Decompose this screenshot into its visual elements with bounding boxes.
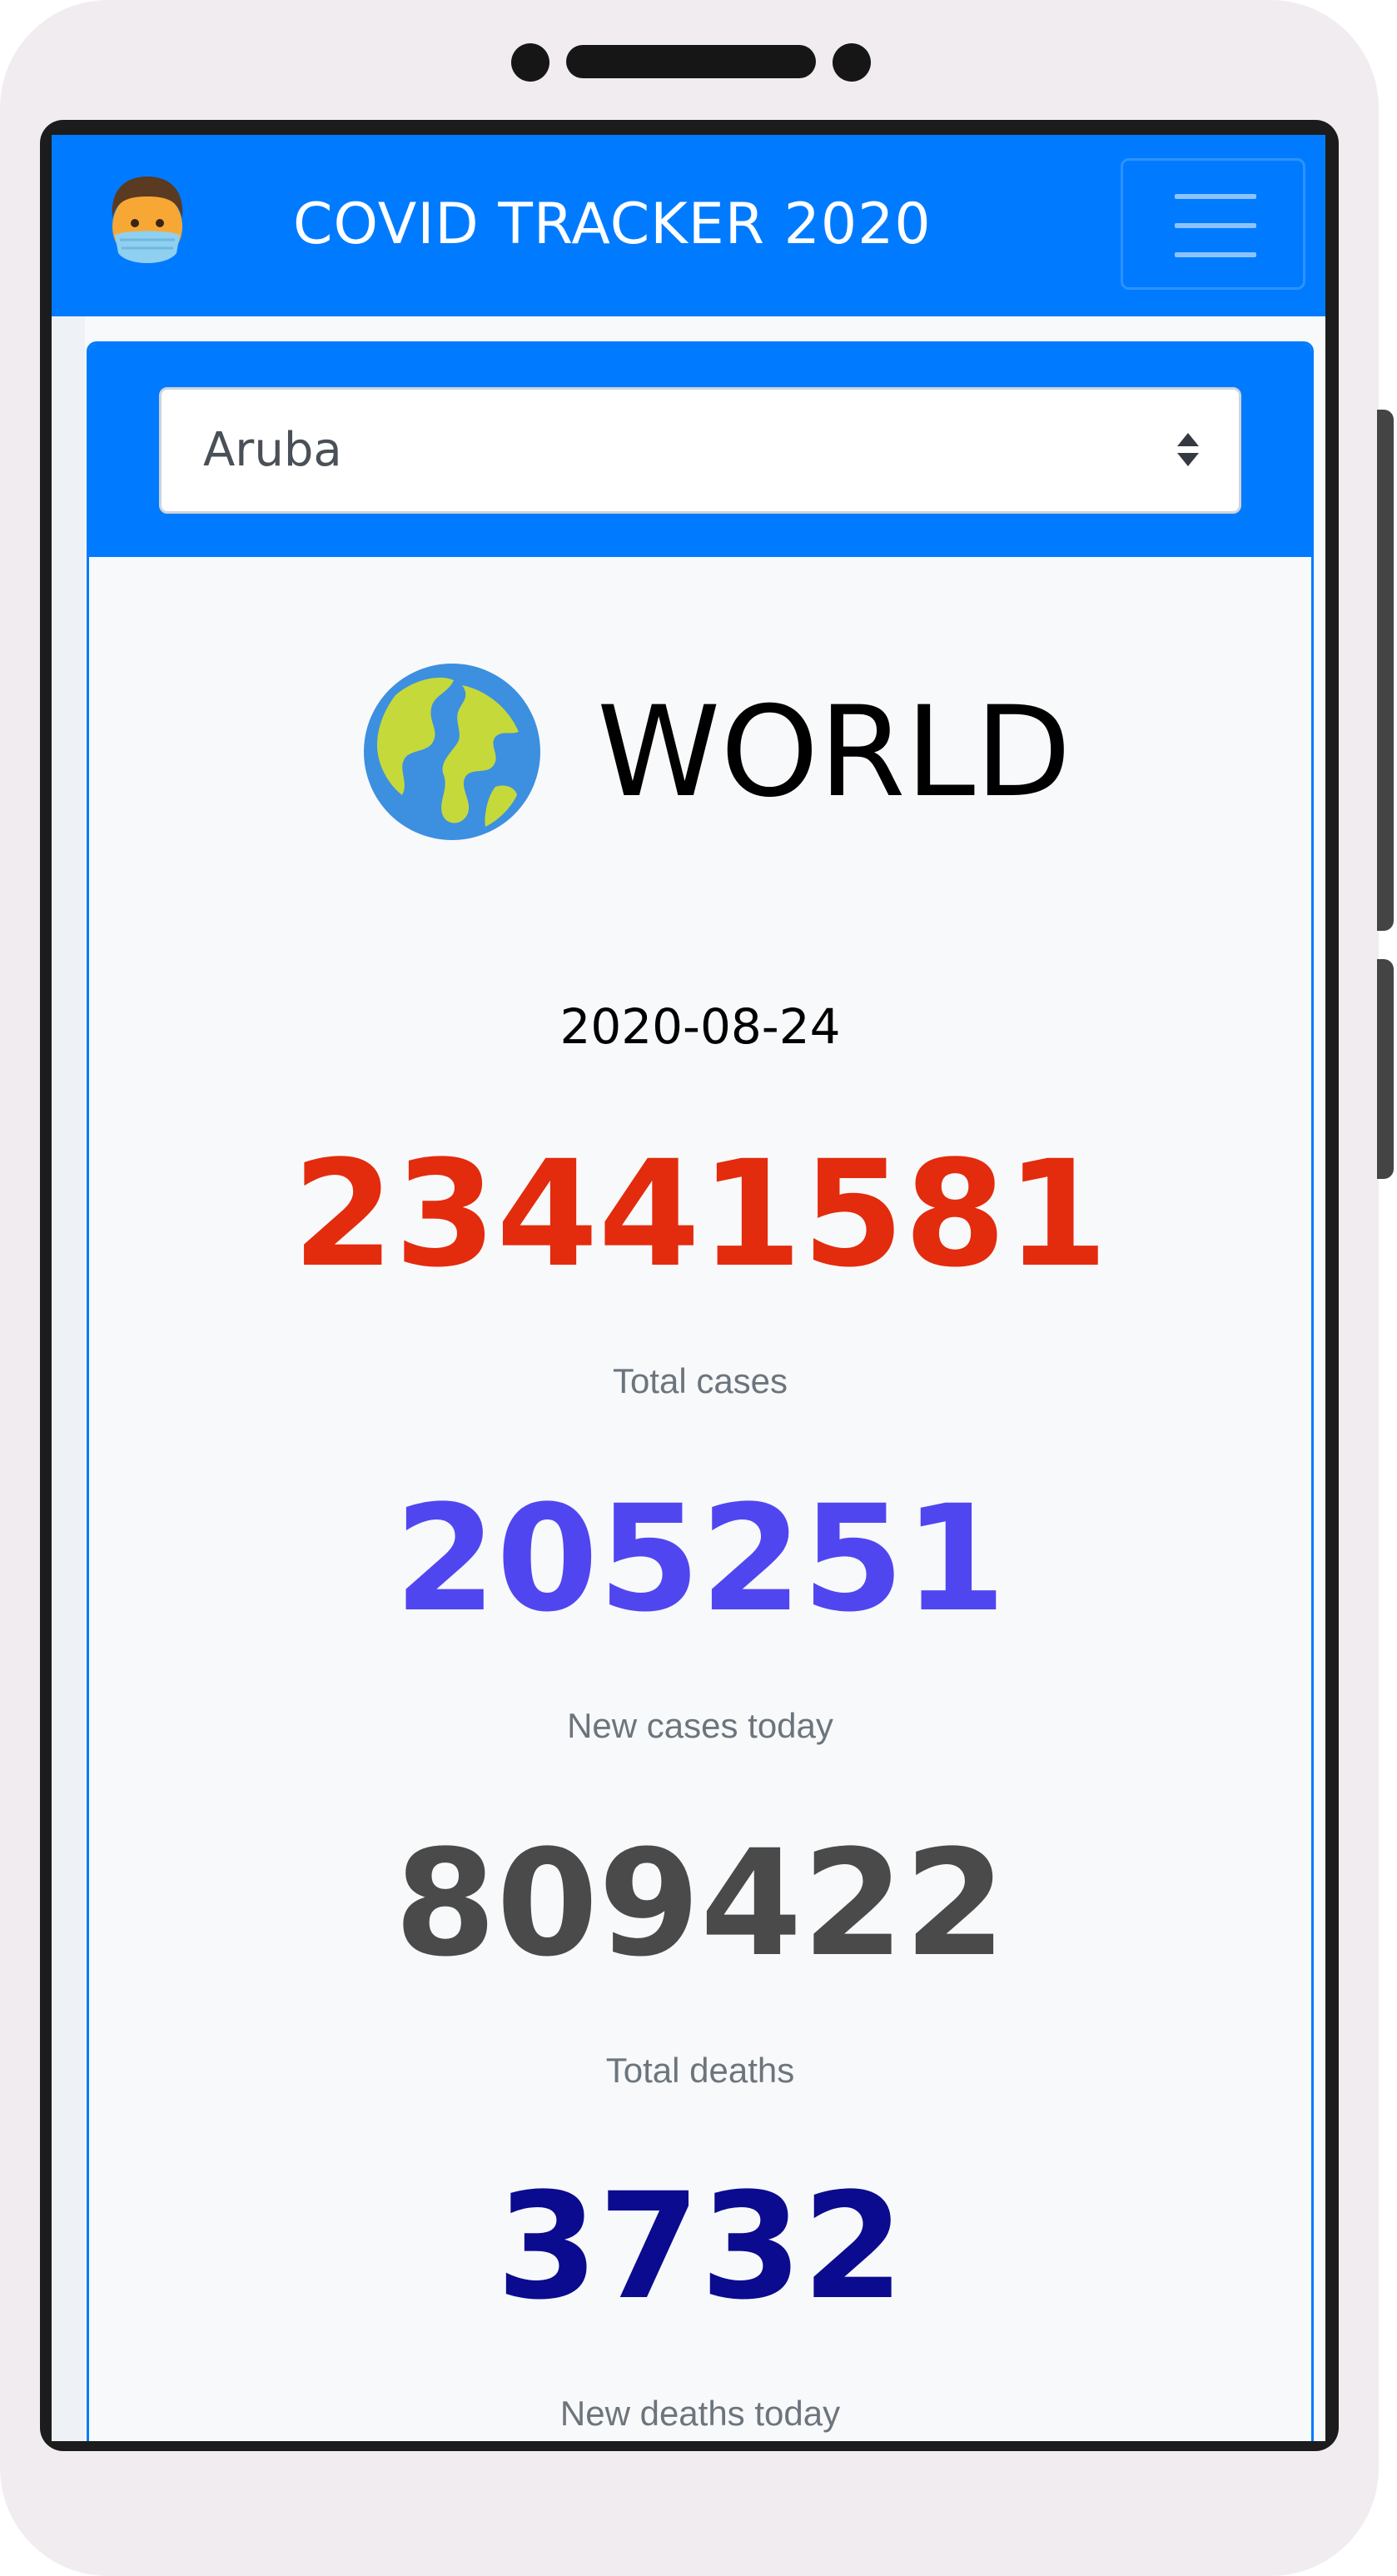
hamburger-bar (1175, 223, 1256, 228)
country-select-value: Aruba (203, 423, 342, 477)
total-deaths-value: 809422 (394, 1818, 1007, 1989)
total-deaths-label: Total deaths (605, 2051, 795, 2090)
report-date: 2020-08-24 (559, 998, 841, 1055)
volume-button (1377, 410, 1394, 931)
country-select[interactable]: Aruba (159, 387, 1241, 514)
navbar: COVID TRACKER 2020 (52, 135, 1325, 316)
earpiece-speaker (566, 45, 816, 78)
select-arrows-icon (1177, 433, 1199, 466)
new-cases-label: New cases today (567, 1706, 833, 1745)
front-camera (511, 43, 549, 82)
stats-card: Aruba WORLD 2020-08-24 23441581 Total ca… (87, 341, 1314, 2441)
app-screen: COVID TRACKER 2020 Aruba WORLD 2020-08-2… (52, 135, 1325, 2441)
new-cases-value: 205251 (394, 1474, 1007, 1644)
hamburger-menu-icon (1175, 194, 1256, 199)
new-deaths-label: New deaths today (559, 2394, 841, 2433)
masked-face-icon (112, 177, 183, 263)
menu-toggle-button[interactable] (1121, 158, 1305, 290)
app-title[interactable]: COVID TRACKER 2020 (293, 183, 959, 266)
power-button (1377, 959, 1394, 1179)
total-cases-value: 23441581 (292, 1129, 1108, 1300)
globe-icon (364, 664, 540, 840)
front-sensor (833, 43, 871, 82)
new-deaths-value: 3732 (496, 2161, 904, 2332)
hamburger-bar (1175, 252, 1256, 257)
region-heading: WORLD (89, 657, 1311, 857)
phone-frame: COVID TRACKER 2020 Aruba WORLD 2020-08-2… (0, 0, 1394, 2576)
card-header: Aruba (89, 344, 1311, 557)
region-title: WORLD (597, 680, 1071, 825)
total-cases-label: Total cases (612, 1361, 788, 1400)
